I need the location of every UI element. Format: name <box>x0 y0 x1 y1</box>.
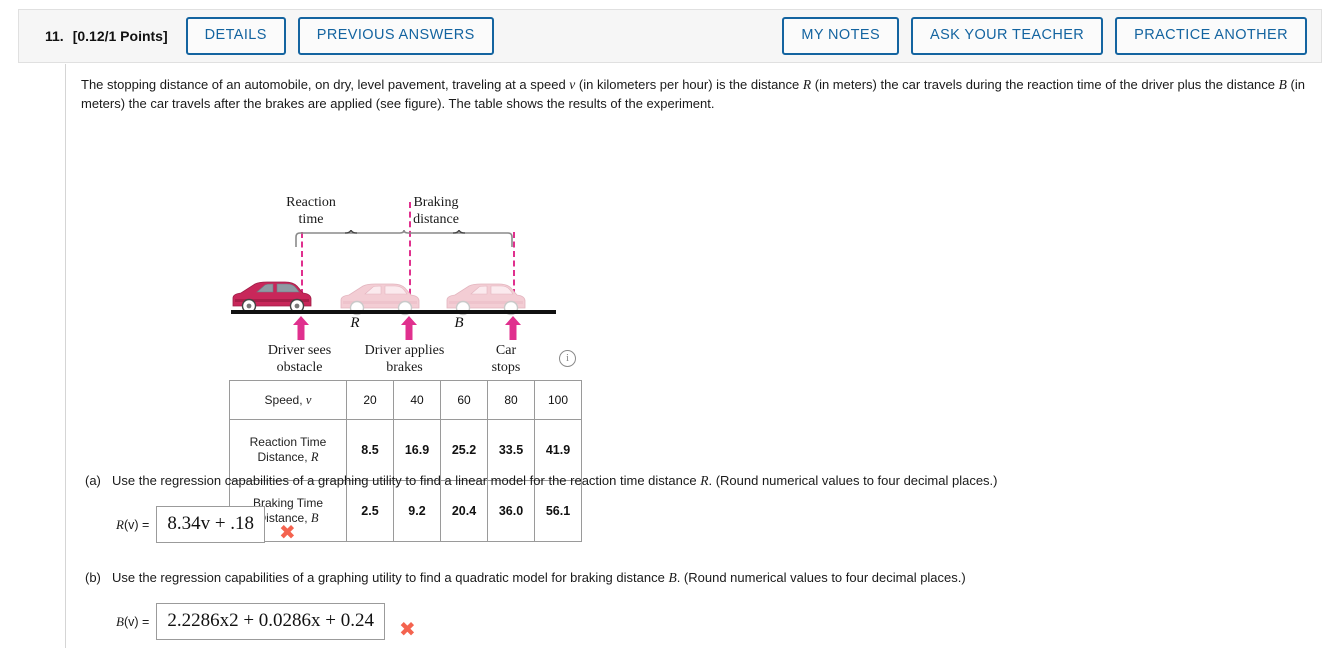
part-b-letter: (b) <box>85 570 101 585</box>
points-earned-label: [0.12/1 Points] <box>72 28 168 44</box>
table-rowheader-speed: Speed, v <box>229 380 347 420</box>
figure-label-reaction-time-line1: Reaction <box>286 195 336 210</box>
figure-label-driver-applies-brakes-line2: brakes <box>386 360 423 375</box>
part-b-answer-wrap: 2.2286x2 + 0.0286x + 0.24 ✖ <box>156 603 416 641</box>
figure-label-braking-distance: Braking distance <box>381 194 491 228</box>
part-b-answer-label-fn: B <box>116 613 124 629</box>
marker-arrow-brakes-applied-icon <box>401 316 417 340</box>
stopping-distance-figure: Reaction time Braking distance R B Drive… <box>221 190 586 375</box>
table-rowheader-speed-text: Speed, <box>264 392 306 407</box>
part-a-letter: (a) <box>85 473 101 488</box>
part-b-prompt-text-2: . (Round numerical values to four decima… <box>676 570 966 585</box>
figure-label-reaction-time-line2: time <box>298 212 324 227</box>
part-b-answer-row: B(v) = 2.2286x2 + 0.0286x + 0.24 ✖ <box>81 603 1321 640</box>
table-row-speed: Speed, v 20 40 60 80 100 <box>229 380 582 420</box>
part-a-answer-input[interactable]: 8.34v + .18 <box>156 506 266 543</box>
part-a-answer-label-arg: (v) <box>123 517 139 532</box>
part-a-answer-label-fn: R <box>116 516 124 532</box>
table-rowheader-speed-var: v <box>305 392 312 407</box>
table-cell: 80 <box>487 380 535 420</box>
part-b-prompt-var: B <box>668 570 677 585</box>
practice-another-button[interactable]: PRACTICE ANOTHER <box>1115 17 1307 55</box>
problem-var-B: B <box>1278 77 1287 92</box>
question-number: 11. <box>45 28 64 44</box>
figure-segment-label-B: B <box>454 315 464 331</box>
table-rowheader-reaction-line2: Distance, <box>257 450 311 464</box>
figure-label-driver-sees-obstacle-line2: obstacle <box>276 360 323 375</box>
part-b-prompt: Use the regression capabilities of a gra… <box>112 569 1321 587</box>
table-rowheader-reaction-line1: Reaction Time <box>249 435 327 449</box>
info-icon[interactable]: i <box>559 350 576 367</box>
part-a-prompt: Use the regression capabilities of a gra… <box>112 472 1321 490</box>
part-b-answer-label: B(v) = <box>116 614 149 630</box>
problem-text-3: (in meters) the car travels during the r… <box>811 77 1279 92</box>
figure-label-car-stops-line2: stops <box>491 360 521 375</box>
question-part-a: (a) Use the regression capabilities of a… <box>81 472 1321 543</box>
problem-statement: The stopping distance of an automobile, … <box>81 75 1323 113</box>
road-line <box>231 310 556 314</box>
part-b-answer-label-arg: (v) <box>123 614 139 629</box>
figure-label-car-stops: Car stops <box>477 342 535 376</box>
figure-segment-label-R: R <box>350 315 360 331</box>
part-a-answer-label-eq: = <box>138 517 150 532</box>
table-cell: 40 <box>393 380 441 420</box>
table-cell: 100 <box>534 380 582 420</box>
figure-label-driver-applies-brakes-line1: Driver applies <box>364 343 445 358</box>
problem-var-R: R <box>802 77 812 92</box>
figure-label-braking-distance-line2: distance <box>413 212 459 227</box>
part-a-prompt-text-2: . (Round numerical values to four decima… <box>708 473 998 488</box>
header-right-button-group: MY NOTES ASK YOUR TEACHER PRACTICE ANOTH… <box>782 17 1309 55</box>
figure-label-car-stops-line1: Car <box>495 343 517 358</box>
question-part-b: (b) Use the regression capabilities of a… <box>81 569 1321 640</box>
figure-label-braking-distance-line1: Braking <box>413 195 459 210</box>
previous-answers-button[interactable]: PREVIOUS ANSWERS <box>297 17 494 55</box>
problem-text-2: (in kilometers per hour) is the distance <box>575 77 803 92</box>
question-header-bar: 11. [0.12/1 Points] DETAILS PREVIOUS ANS… <box>18 9 1322 63</box>
car-red-icon <box>232 281 312 314</box>
part-b-answer-label-eq: = <box>138 614 150 629</box>
part-a-incorrect-icon: ✖ <box>279 520 296 544</box>
figure-label-driver-sees-obstacle-line1: Driver sees <box>267 343 332 358</box>
part-a-prompt-row: (a) Use the regression capabilities of a… <box>81 472 1321 490</box>
problem-text-1: The stopping distance of an automobile, … <box>81 77 570 92</box>
figure-label-driver-sees-obstacle: Driver sees obstacle <box>247 342 352 376</box>
table-rowheader-reaction-var: R <box>310 450 319 464</box>
marker-arrow-car-stops-icon <box>505 316 521 340</box>
part-a-prompt-text-1: Use the regression capabilities of a gra… <box>112 473 701 488</box>
marker-arrow-driver-sees-icon <box>293 316 309 340</box>
part-b-prompt-text-1: Use the regression capabilities of a gra… <box>112 570 669 585</box>
details-button[interactable]: DETAILS <box>185 17 286 55</box>
ask-your-teacher-button[interactable]: ASK YOUR TEACHER <box>911 17 1104 55</box>
table-cell: 60 <box>440 380 488 420</box>
part-b-incorrect-icon: ✖ <box>399 617 416 641</box>
part-a-answer-label: R(v) = <box>116 517 149 533</box>
figure-label-reaction-time: Reaction time <box>256 194 366 228</box>
my-notes-button[interactable]: MY NOTES <box>782 17 900 55</box>
part-a-answer-row: R(v) = 8.34v + .18 ✖ <box>81 506 1321 543</box>
table-cell: 20 <box>346 380 394 420</box>
part-b-prompt-row: (b) Use the regression capabilities of a… <box>81 569 1321 587</box>
figure-label-driver-applies-brakes: Driver applies brakes <box>347 342 462 376</box>
part-a-answer-wrap: 8.34v + .18 ✖ <box>156 506 296 544</box>
question-content-frame: The stopping distance of an automobile, … <box>65 64 1330 648</box>
measurement-braces-icon <box>295 230 513 247</box>
part-b-answer-input[interactable]: 2.2286x2 + 0.0286x + 0.24 <box>156 603 385 640</box>
